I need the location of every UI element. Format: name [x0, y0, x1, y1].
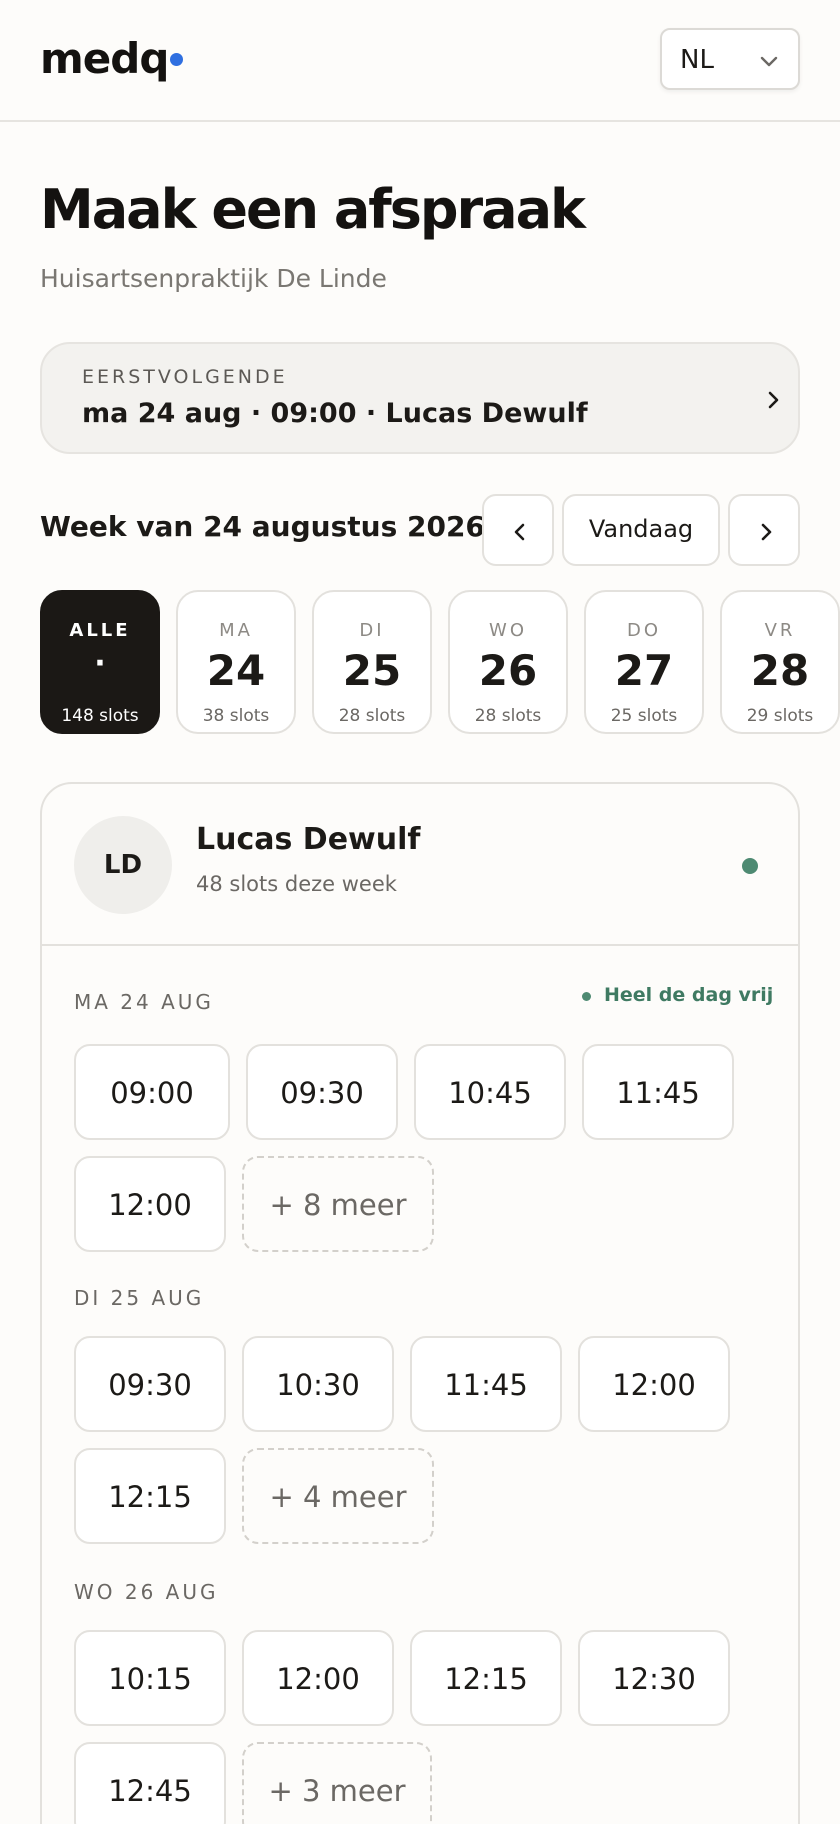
time-slot[interactable]: 12:00: [242, 1630, 394, 1726]
day-filter-label: MA: [219, 620, 253, 641]
day-filter-vr[interactable]: VR 28 29 slots: [720, 590, 840, 734]
next-available-kicker: EERSTVOLGENDE: [82, 366, 288, 388]
day-filter-wo[interactable]: WO 26 28 slots: [448, 590, 568, 734]
more-slots-label: + 3 meer: [268, 1774, 406, 1808]
time-slot-label: 12:45: [108, 1774, 192, 1808]
day-filter-do[interactable]: DO 27 25 slots: [584, 590, 704, 734]
doctor-card: LD Lucas Dewulf 48 slots deze week MA 24…: [40, 782, 800, 1824]
free-badge-label: Heel de dag vrij: [604, 984, 774, 1006]
top-header: medq NL: [0, 0, 840, 122]
day-filter-number: 25: [342, 646, 402, 695]
time-slot[interactable]: 10:45: [414, 1044, 566, 1140]
brand-dot: [170, 53, 183, 66]
time-slot[interactable]: 12:15: [410, 1630, 562, 1726]
doctor-slot-summary: 48 slots deze week: [196, 872, 397, 896]
day-heading: DI 25 AUG: [74, 1286, 205, 1310]
time-slot[interactable]: 09:30: [74, 1336, 226, 1432]
more-slots-button[interactable]: + 8 meer: [242, 1156, 434, 1252]
time-slot[interactable]: 12:45: [74, 1742, 226, 1824]
time-slot[interactable]: 12:30: [578, 1630, 730, 1726]
time-slot-label: 12:30: [612, 1662, 696, 1696]
day-filter-label: DO: [626, 620, 662, 641]
time-slot-label: 11:45: [444, 1368, 528, 1402]
today-label: Vandaag: [588, 515, 694, 543]
more-slots-button[interactable]: + 4 meer: [242, 1448, 434, 1544]
day-filter-number: 26: [478, 646, 538, 695]
page-title: Maak een afspraak: [40, 178, 586, 241]
day-filter-slot-count: 25 slots: [610, 706, 678, 726]
more-slots-label: + 8 meer: [269, 1188, 407, 1222]
day-heading: WO 26 AUG: [74, 1580, 219, 1604]
day-filter-label: ALLE: [69, 620, 131, 641]
time-slot-label: 10:15: [108, 1662, 192, 1696]
time-slot-label: 09:30: [108, 1368, 192, 1402]
day-heading: MA 24 AUG: [74, 990, 214, 1014]
time-slot-label: 09:00: [110, 1076, 194, 1110]
time-slot[interactable]: 12:00: [578, 1336, 730, 1432]
next-available-value: ma 24 aug · 09:00 · Lucas Dewulf: [82, 398, 588, 429]
day-filter-number: 28: [750, 646, 810, 695]
time-slot-label: 11:45: [616, 1076, 700, 1110]
time-slot[interactable]: 10:15: [74, 1630, 226, 1726]
day-filter-slot-count: 28 slots: [338, 706, 406, 726]
day-filter-number: 27: [614, 646, 674, 695]
chevron-left-icon: [514, 523, 525, 541]
avatar-initials: LD: [103, 850, 143, 880]
day-filter-number: 24: [206, 646, 266, 695]
chevron-right-icon: [761, 523, 772, 541]
week-title: Week van 24 augustus 2026: [40, 510, 485, 543]
logo[interactable]: medq: [40, 34, 169, 83]
previous-week-button[interactable]: [482, 494, 554, 566]
time-slot-label: 12:15: [108, 1480, 192, 1514]
time-slot[interactable]: 12:00: [74, 1156, 226, 1252]
day-filter-label: WO: [489, 620, 527, 641]
time-slot[interactable]: 11:45: [410, 1336, 562, 1432]
doctor-header[interactable]: LD Lucas Dewulf 48 slots deze week: [42, 784, 798, 946]
day-filter-ma[interactable]: MA 24 38 slots: [176, 590, 296, 734]
time-slot[interactable]: 12:15: [74, 1448, 226, 1544]
day-filter-all[interactable]: ALLE · 148 slots: [40, 590, 160, 734]
more-slots-button[interactable]: + 3 meer: [242, 1742, 432, 1824]
avatar: LD: [74, 816, 172, 914]
language-value: NL: [680, 45, 714, 75]
day-filter-slot-count: 148 slots: [61, 706, 139, 726]
time-slot-label: 12:00: [108, 1188, 192, 1222]
chevron-down-icon: [760, 56, 778, 67]
time-slot[interactable]: 11:45: [582, 1044, 734, 1140]
doctor-name: Lucas Dewulf: [196, 822, 421, 857]
time-slot[interactable]: 10:30: [242, 1336, 394, 1432]
language-select[interactable]: NL: [660, 28, 800, 90]
time-slot[interactable]: 09:00: [74, 1044, 230, 1140]
availability-status-dot: [742, 858, 758, 874]
time-slot-label: 12:00: [276, 1662, 360, 1696]
time-slot-label: 12:15: [444, 1662, 528, 1696]
day-filter-label: DI: [359, 620, 385, 641]
chevron-right-icon: [768, 391, 779, 409]
time-slot-label: 10:30: [276, 1368, 360, 1402]
day-filter-slot-count: 29 slots: [746, 706, 814, 726]
time-slot-label: 10:45: [448, 1076, 532, 1110]
more-slots-label: + 4 meer: [269, 1480, 407, 1514]
day-filter-number: ·: [94, 646, 106, 681]
day-filter-slot-count: 38 slots: [202, 706, 270, 726]
next-available-card[interactable]: EERSTVOLGENDE ma 24 aug · 09:00 · Lucas …: [40, 342, 800, 454]
free-dot: [582, 992, 591, 1001]
day-filter-di[interactable]: DI 25 28 slots: [312, 590, 432, 734]
time-slot[interactable]: 09:30: [246, 1044, 398, 1140]
practice-name: Huisartsenpraktijk De Linde: [40, 264, 387, 293]
time-slot-label: 09:30: [280, 1076, 364, 1110]
time-slot-label: 12:00: [612, 1368, 696, 1402]
next-week-button[interactable]: [728, 494, 800, 566]
day-filter-label: VR: [764, 620, 796, 641]
today-button[interactable]: Vandaag: [562, 494, 720, 566]
day-filter-slot-count: 28 slots: [474, 706, 542, 726]
